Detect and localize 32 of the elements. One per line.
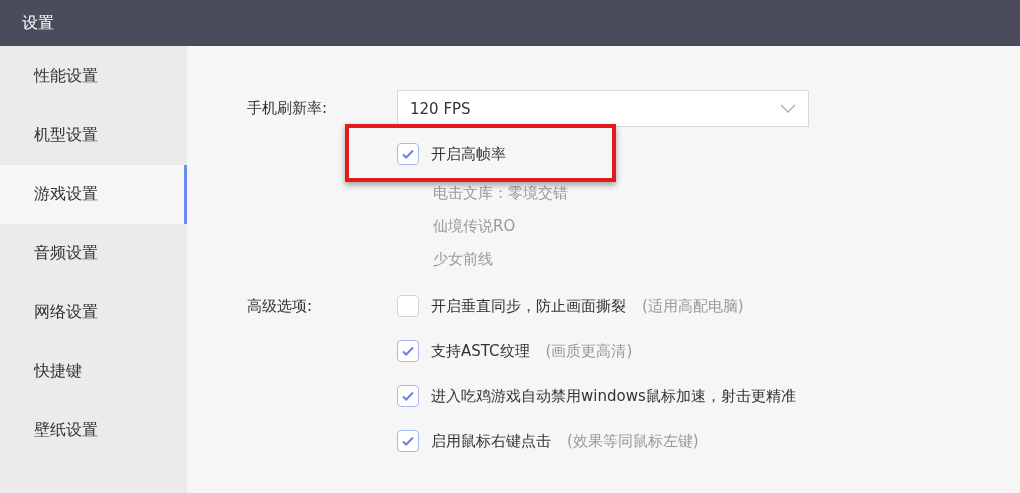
option-label: 启用鼠标右键点击 xyxy=(431,431,551,451)
checkbox[interactable] xyxy=(397,430,419,452)
chevron-down-icon xyxy=(780,103,796,114)
refresh-rate-dropdown[interactable]: 120 FPS xyxy=(397,90,809,127)
check-icon xyxy=(401,434,415,448)
checkbox[interactable] xyxy=(397,295,419,317)
option-note: (效果等同鼠标左键) xyxy=(567,431,699,451)
sidebar-item[interactable]: 性能设置 xyxy=(0,47,187,106)
checkbox[interactable] xyxy=(397,143,419,165)
option-label: 进入吃鸡游戏自动禁用windows鼠标加速，射击更精准 xyxy=(431,386,796,406)
check-icon xyxy=(401,344,415,358)
option-label: 支持ASTC纹理 xyxy=(431,341,530,361)
option-label: 开启高帧率 xyxy=(431,144,506,164)
check-icon xyxy=(401,147,415,161)
option-label: 开启垂直同步，防止画面撕裂 xyxy=(431,296,626,316)
refresh-rate-label: 手机刷新率: xyxy=(247,99,329,118)
sidebar-item[interactable]: 机型设置 xyxy=(0,106,187,165)
sidebar-item[interactable]: 游戏设置 xyxy=(0,165,187,224)
window-title: 设置 xyxy=(0,0,1020,46)
sidebar-item[interactable]: 快捷键 xyxy=(0,342,187,401)
game-name: 电击文库：零境交错 xyxy=(433,183,569,204)
game-name: 少女前线 xyxy=(433,249,494,270)
option-note: (画质更高清) xyxy=(545,341,633,361)
game-name: 仙境传说RO xyxy=(433,216,517,237)
checkbox[interactable] xyxy=(397,340,419,362)
sidebar-item[interactable]: 音频设置 xyxy=(0,224,187,283)
check-icon xyxy=(401,389,415,403)
sidebar-item[interactable]: 网络设置 xyxy=(0,283,187,342)
option-note: (适用高配电脑) xyxy=(642,296,744,316)
advanced-label: 高级选项: xyxy=(247,297,314,316)
sidebar-item[interactable]: 壁纸设置 xyxy=(0,401,187,460)
checkbox[interactable] xyxy=(397,385,419,407)
